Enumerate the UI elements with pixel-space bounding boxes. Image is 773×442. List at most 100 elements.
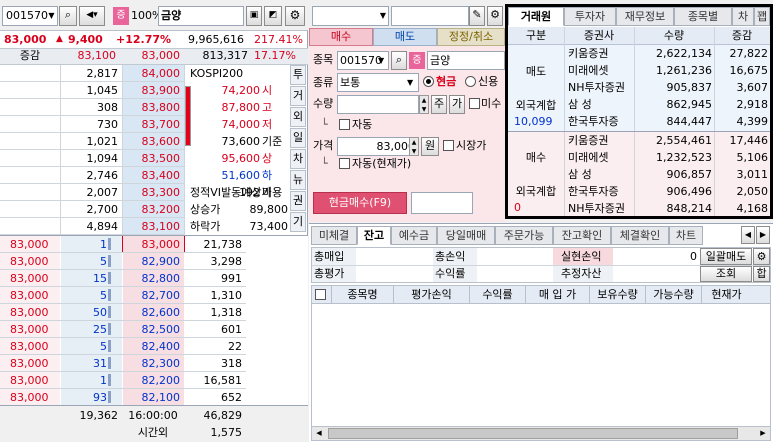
balance-gear-icon[interactable]: ⚙ [753,248,770,265]
scroll-left-icon[interactable]: ◀ [312,427,326,440]
info-value: 87,800 [221,101,261,114]
qty-stepper-icon[interactable]: ▲ ▼ [419,95,429,114]
broker-buy-delta: 2,050 [736,185,769,198]
price-input[interactable]: 83,000 [337,137,419,156]
order-gear-icon[interactable]: ⚙ [487,6,503,26]
broker-tab[interactable]: 꽵 [754,7,770,26]
broker-col-qty: 수량 [663,29,685,42]
tab-sell[interactable]: 매도 [373,28,437,46]
balance-panel: 미체결 잔고 예수금 당일매매 주문가능 잔고확인 체결확인 차트 ◀ ▶ 총매입 총손익 실… [309,223,773,442]
query-button[interactable]: 조회 [700,266,752,282]
holdings-select-all[interactable] [315,289,326,300]
scroll-right-icon[interactable]: ▶ [756,427,770,440]
stock-name-field[interactable]: 금양 [158,6,244,26]
info-key: 시 [262,84,273,97]
balance-tab[interactable]: 예수금 [391,226,437,245]
side-tab[interactable]: 권 [290,191,306,211]
submit-buy-button[interactable]: 현금매수(F9) [313,192,407,214]
balance-tab[interactable]: 미체결 [311,226,357,245]
account-dropdown-icon[interactable]: ▼ [377,7,389,25]
balance-tab[interactable]: 체결확인 [611,226,669,245]
won-button[interactable]: 원 [421,137,439,156]
bid-prev: 83,000 [10,306,49,319]
broker-tab[interactable]: 거래원 [508,7,564,26]
price-stepper-icon[interactable]: ▲ ▼ [409,137,419,156]
search-icon[interactable]: ⌕ [59,6,77,26]
radio-cash-dot [426,79,431,84]
radio-credit[interactable] [465,76,476,87]
qty-share-button[interactable]: 주 [431,95,447,114]
edit-icon[interactable]: ✎ [469,6,485,26]
price-change: 9,400 [68,33,103,46]
broker-sell-delta: 27,822 [729,47,769,60]
chk-auto-current[interactable] [339,158,350,169]
order-search-icon[interactable]: ⌕ [391,51,407,70]
submit-aux-field[interactable] [411,192,473,214]
bid-price: 82,100 [141,391,181,404]
bid-price: 82,600 [141,306,181,319]
side-tab[interactable]: 차 [290,149,306,169]
radio-cash[interactable] [423,76,434,87]
ask-qty: 1,094 [86,152,119,165]
tab-modify[interactable]: 정정/취소 [437,28,505,46]
order-code-dropdown-icon[interactable]: ▼ [378,52,389,69]
balance-tab[interactable]: 잔고확인 [553,226,611,245]
balance-tab[interactable]: 차트 [669,226,703,245]
side-tab[interactable]: 외 [290,107,306,127]
bulk-sell-button[interactable]: 일괄매도 [700,248,752,265]
bid-qty: 3,298 [210,255,243,268]
bid-qty: 16,581 [203,374,243,387]
balance-tab[interactable]: 당일매매 [437,226,495,245]
side-tab[interactable]: 일 [290,128,306,148]
qty-available-button[interactable]: 가 [449,95,465,114]
est-assets-label: 추정자산 [561,267,602,280]
qty-input[interactable] [337,95,419,114]
header-pct: 17.17% [254,49,296,62]
bid-price: 82,300 [141,357,181,370]
scroll-thumb[interactable] [328,428,738,439]
order-type-dropdown-icon[interactable]: ▼ [407,74,419,91]
broker-buy-delta: 4,168 [736,202,769,215]
side-tab[interactable]: 거 [290,86,306,106]
account-name-field[interactable] [391,6,469,26]
broker-tab[interactable]: 투자자 [564,7,616,26]
code-dropdown-icon[interactable]: ▼ [45,7,58,25]
broker-tab[interactable]: 차 [732,7,754,26]
balance-tab[interactable]: 주문가능 [495,226,553,245]
window-icon[interactable]: ◩ [264,6,282,26]
chk-mi[interactable] [469,98,480,109]
holdings-col: 매 입 가 [525,286,589,303]
chk-auto[interactable] [339,119,350,130]
bid-mid: 25 [93,323,107,336]
sum-button[interactable]: 합 [753,266,770,282]
ask-price: 83,500 [141,152,181,165]
holdings-scrollbar[interactable]: ◀ ▶ [311,426,771,441]
order-type-value: 보통 [340,76,361,89]
side-tab[interactable]: 뉴 [290,170,306,190]
side-tab[interactable]: 기 [290,212,306,232]
broker-buy-qty: 848,214 [666,202,713,215]
bid-qty: 21,738 [203,238,243,251]
tab-scroll-right[interactable]: ▶ [756,226,770,244]
chart-icon[interactable]: ▣ [246,6,262,26]
broker-sell-qty: 844,447 [666,115,713,128]
bid-mid: 93 [93,391,107,404]
speaker-icon[interactable]: ◀▾ [79,6,105,26]
bid-prev: 83,000 [10,340,49,353]
gear-icon[interactable]: ⚙ [285,6,305,26]
chk-market[interactable] [443,140,454,151]
bid-mid-marker [108,391,111,403]
broker-tab[interactable]: 재무정보 [616,7,674,26]
broker-sell-delta: 16,675 [729,64,769,77]
bid-mid: 1 [100,374,107,387]
bid-price: 82,800 [141,272,181,285]
tab-scroll-left[interactable]: ◀ [741,226,755,244]
balance-tab[interactable]: 잔고 [357,226,391,245]
broker-sell-firm: 삼 성 [568,98,592,111]
side-tab[interactable]: 투 [290,65,306,85]
bid-mid: 5 [100,340,107,353]
order-margin-badge: 증 [409,52,425,69]
tab-buy[interactable]: 매수 [309,28,373,46]
broker-tab[interactable]: 종목별 [674,7,732,26]
ask-qty: 2,746 [86,169,119,182]
